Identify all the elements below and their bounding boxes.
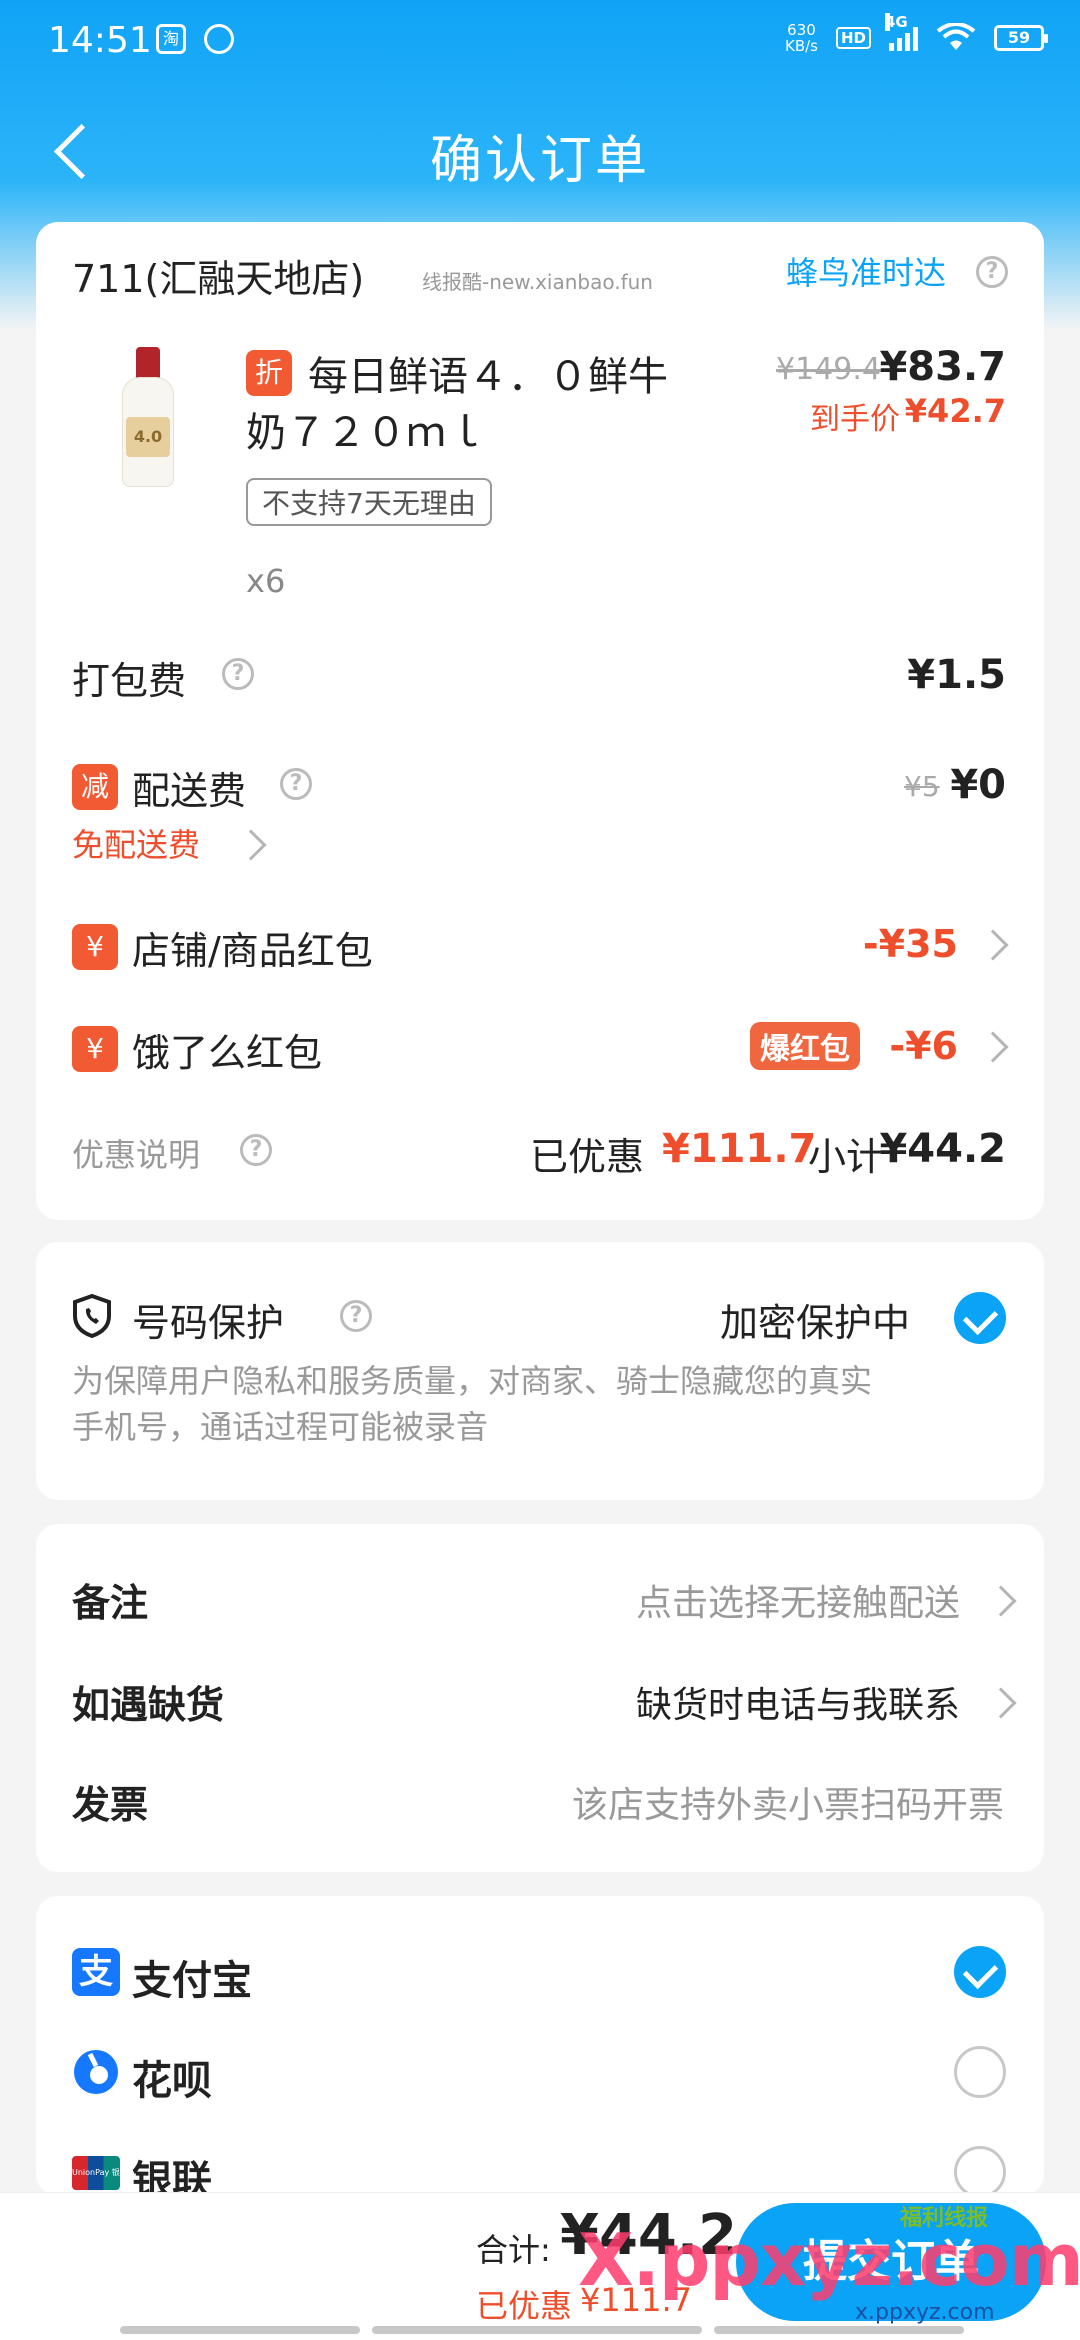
- home-indicator: [372, 2326, 702, 2334]
- bottom-saved-label: 已优惠: [476, 2287, 573, 2325]
- taobao-app-icon: 淘: [156, 24, 186, 54]
- subtotal-label: 小计: [808, 1135, 885, 1179]
- remark-value[interactable]: 点击选择无接触配送: [636, 1574, 960, 1626]
- shield-phone-icon: [73, 1294, 111, 1338]
- discount-badge: 折: [246, 350, 292, 396]
- alipay-icon: 支: [72, 1948, 120, 1996]
- battery-icon: 59: [994, 25, 1048, 51]
- hd-icon: HD: [835, 27, 871, 49]
- help-icon[interactable]: ?: [240, 1134, 272, 1166]
- chevron-right-icon[interactable]: [985, 1585, 1017, 1617]
- unionpay-radio[interactable]: [954, 2146, 1006, 2198]
- coupon-icon: ¥: [72, 924, 118, 970]
- options-card: 备注 点击选择无接触配送 如遇缺货 缺货时电话与我联系 发票 该店支持外卖小票扫…: [36, 1524, 1044, 1872]
- final-price: ¥42.7: [904, 392, 1006, 430]
- huabei-label[interactable]: 花呗: [132, 2048, 212, 2106]
- page-title: 确认订单: [429, 131, 650, 191]
- notification-app-icon: [204, 24, 234, 54]
- original-price: ¥149.4: [776, 352, 881, 387]
- nav-bar: 确认订单: [0, 100, 1080, 210]
- store-name[interactable]: 711(汇融天地店): [72, 248, 364, 303]
- invoice-value: 该店支持外卖小票扫码开票: [571, 1785, 1004, 1826]
- store-coupon-label[interactable]: 店铺/商品红包: [132, 920, 373, 975]
- stockout-label[interactable]: 如遇缺货: [72, 1674, 224, 1729]
- watermark-text: 线报酷-new.xianbao.fun: [422, 270, 653, 294]
- hot-coupon-tag: 爆红包: [750, 1022, 860, 1070]
- privacy-card: 号码保护 ? 加密保护中 为保障用户隐私和服务质量，对商家、骑士隐藏您的真实 手…: [36, 1242, 1044, 1500]
- unionpay-icon: UnionPay 银联: [72, 2156, 128, 2190]
- payment-card: 支 支付宝 花呗 UnionPay 银联 银联: [36, 1896, 1044, 2204]
- coupon-icon: ¥: [72, 1026, 118, 1072]
- product-price: ¥83.7: [879, 344, 1006, 390]
- product-name-line1: 每日鲜语４．０鲜牛: [308, 354, 668, 400]
- store-coupon-value[interactable]: -¥35: [863, 922, 958, 966]
- chevron-right-icon[interactable]: [977, 1031, 1009, 1063]
- help-icon[interactable]: ?: [340, 1300, 372, 1332]
- delivery-service-label: 蜂鸟准时达: [786, 254, 947, 292]
- site-watermark-sub: x.ppxyz.com: [855, 2300, 995, 2325]
- alipay-radio[interactable]: [954, 1946, 1006, 1998]
- saved-value: ¥111.7: [662, 1126, 817, 1172]
- net-speed-unit: KB/s: [784, 37, 818, 55]
- chevron-right-icon: [235, 829, 267, 861]
- delivery-fee-value: ¥0: [950, 762, 1006, 808]
- chevron-right-icon[interactable]: [985, 1687, 1017, 1719]
- help-icon[interactable]: ?: [222, 658, 254, 690]
- signal-icon: 4G: [885, 13, 918, 51]
- huabei-icon: [74, 2050, 118, 2094]
- discount-info-label[interactable]: 优惠说明: [72, 1130, 200, 1176]
- privacy-status: 加密保护中: [720, 1301, 911, 1345]
- product-name-line2: 奶７２０ｍｌ: [246, 410, 486, 456]
- order-card: 711(汇融天地店) 线报酷-new.xianbao.fun 蜂鸟准时达 ? 4…: [36, 222, 1044, 1220]
- final-price-label: 到手价: [810, 402, 900, 437]
- huabei-radio[interactable]: [954, 2046, 1006, 2098]
- privacy-title: 号码保护: [132, 1301, 285, 1345]
- invoice-label: 发票: [72, 1783, 149, 1827]
- net-speed-value: 630: [787, 21, 816, 39]
- packing-fee-value: ¥1.5: [907, 652, 1006, 698]
- saved-label: 已优惠: [530, 1135, 645, 1179]
- privacy-desc-line1: 为保障用户隐私和服务质量，对商家、骑士隐藏您的真实: [72, 1362, 873, 1400]
- product-image[interactable]: 4.0: [118, 347, 178, 487]
- net-speed: 630 KB/s: [785, 22, 818, 54]
- help-icon[interactable]: ?: [280, 768, 312, 800]
- status-time: 14:51: [48, 20, 152, 61]
- chevron-right-icon[interactable]: [977, 929, 1009, 961]
- ele-coupon-value[interactable]: -¥6: [889, 1024, 958, 1068]
- ele-coupon-label[interactable]: 饿了么红包: [132, 1022, 322, 1077]
- home-indicator: [714, 2326, 964, 2334]
- site-watermark: X.ppxyz.com: [578, 2218, 1080, 2302]
- privacy-desc-line2: 手机号，通话过程可能被录音: [72, 1408, 489, 1446]
- delivery-discount-badge: 减: [72, 764, 118, 810]
- wifi-icon: [936, 23, 976, 50]
- total-label: 合计:: [476, 2231, 551, 2269]
- subtotal-value: ¥44.2: [879, 1126, 1006, 1172]
- home-indicator: [120, 2326, 360, 2334]
- network-type: 4G: [885, 13, 908, 31]
- stockout-value[interactable]: 缺货时电话与我联系: [636, 1676, 960, 1728]
- delivery-fee-label: 配送费: [132, 769, 247, 813]
- bottle-label: 4.0: [126, 417, 170, 457]
- status-bar: 14:51 淘 630 KB/s HD 4G 59: [0, 0, 1080, 80]
- alipay-label[interactable]: 支付宝: [132, 1948, 252, 2006]
- no-return-tag: 不支持7天无理由: [246, 478, 492, 526]
- site-watermark-tag: 福利线报: [900, 2206, 989, 2231]
- free-delivery-label[interactable]: 免配送费: [72, 820, 200, 866]
- delivery-fee-original: ¥5: [904, 770, 940, 803]
- help-icon[interactable]: ?: [976, 256, 1008, 288]
- packing-fee-label: 打包费: [72, 659, 187, 703]
- product-quantity: x6: [246, 562, 286, 600]
- privacy-check-icon[interactable]: [954, 1292, 1006, 1344]
- remark-label[interactable]: 备注: [72, 1572, 148, 1627]
